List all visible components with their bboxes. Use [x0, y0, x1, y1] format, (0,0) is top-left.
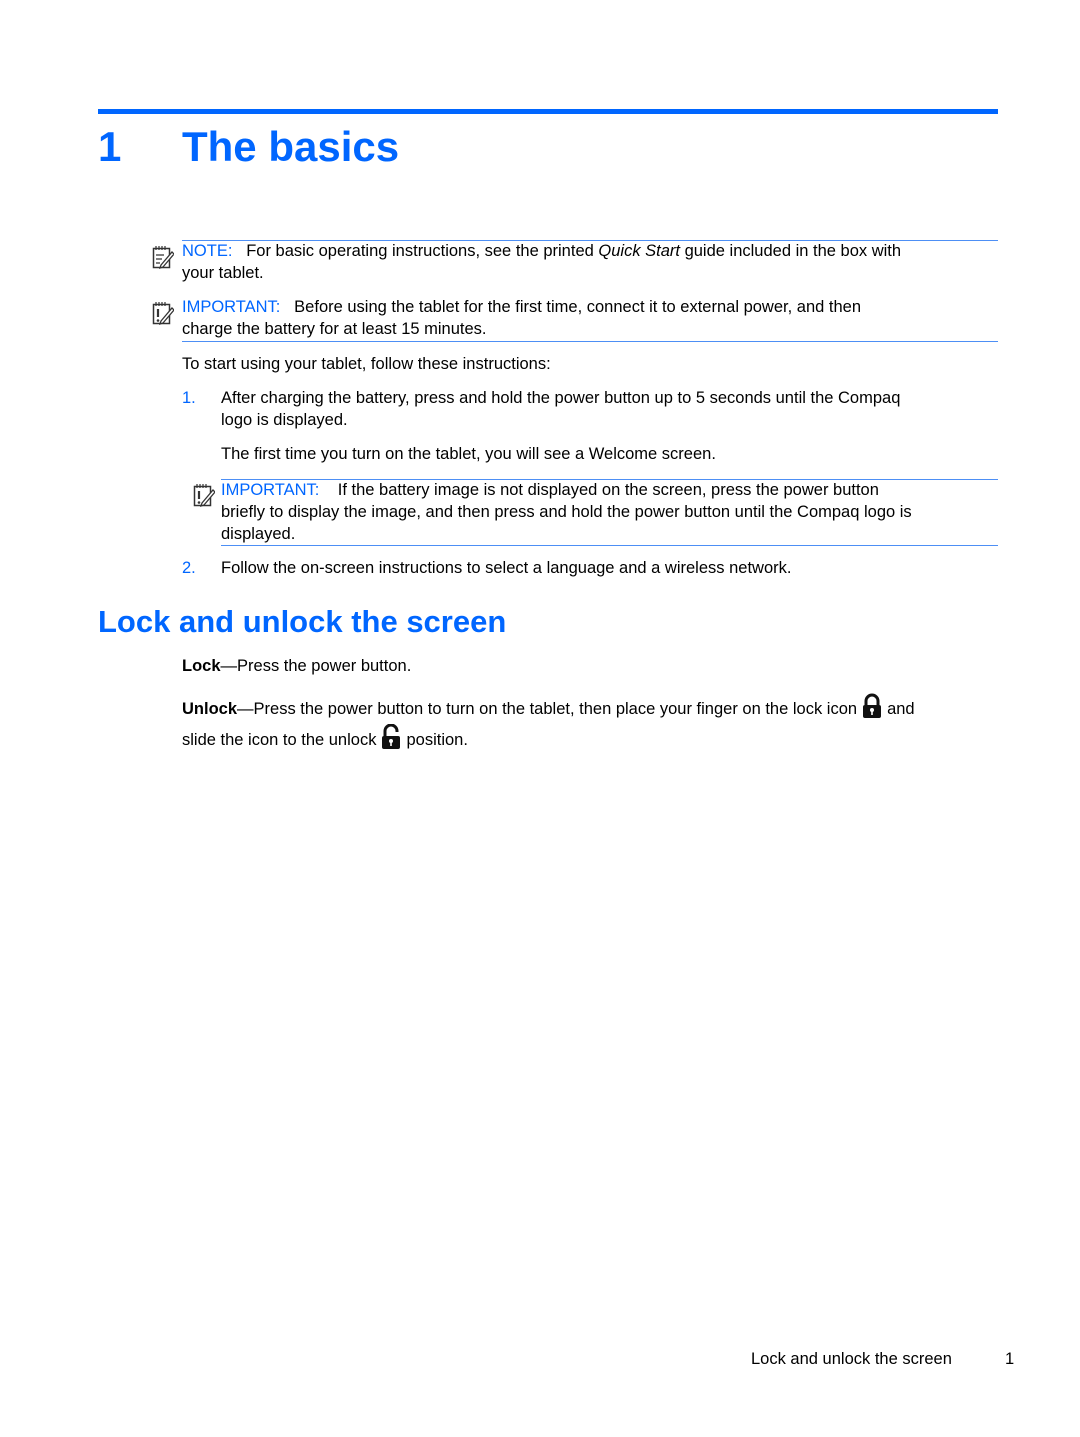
step-1-text: After charging the battery, press and ho…: [221, 387, 1001, 431]
chapter-title: The basics: [182, 123, 400, 170]
step-1-important-block: IMPORTANT: If the battery image is not d…: [221, 479, 1001, 545]
step-2-number: 2.: [182, 559, 196, 577]
important-pencil-icon: [152, 302, 174, 326]
intro-text: To start using your tablet, follow these…: [182, 355, 551, 373]
footer-page-number: 1: [1005, 1350, 1015, 1368]
padlock-open-icon: [382, 724, 401, 749]
step-1-line2: logo is displayed.: [221, 411, 348, 429]
footer-section-name: Lock and unlock the screen: [751, 1350, 952, 1368]
important-block-1: IMPORTANT: Before using the tablet for t…: [182, 296, 1002, 340]
unlock-text-line2-start: slide the icon to the unlock: [182, 731, 377, 749]
step-1-line1: After charging the battery, press and ho…: [221, 389, 901, 407]
note-text-after: guide included in the box with: [680, 242, 902, 260]
note-label: NOTE:: [182, 242, 233, 260]
step-1-important-bottom-rule: [221, 545, 998, 546]
note-text-before: For basic operating instructions, see th…: [246, 242, 599, 260]
important-text-line2: charge the battery for at least 15 minut…: [182, 320, 487, 338]
note-quick-start: Quick Start: [598, 242, 680, 260]
unlock-paragraph: Unlock—Press the power button to turn on…: [182, 693, 1012, 755]
unlock-text-line1: —Press the power button to turn on the t…: [237, 700, 858, 718]
step-1-important-line1: If the battery image is not displayed on…: [337, 481, 879, 499]
important-pencil-icon: [193, 484, 215, 508]
chapter-rule: [98, 109, 998, 114]
step-2-text: Follow the on-screen instructions to sel…: [221, 559, 792, 577]
important-text-line1: Before using the tablet for the first ti…: [294, 298, 861, 316]
unlock-text-line2-end: position.: [406, 731, 468, 749]
step-1-followup: The first time you turn on the tablet, y…: [221, 445, 716, 463]
note-text-line2: your tablet.: [182, 264, 264, 282]
section-title: Lock and unlock the screen: [98, 604, 507, 639]
lock-term: Lock: [182, 657, 221, 675]
note-pencil-icon: [152, 246, 174, 270]
step-1-important-line2: briefly to display the image, and then p…: [221, 503, 912, 521]
padlock-closed-icon: [863, 693, 882, 718]
step-1-number: 1.: [182, 389, 196, 407]
lock-text: —Press the power button.: [220, 657, 412, 675]
important-bottom-rule: [182, 341, 998, 342]
step-1-important-line3: displayed.: [221, 525, 296, 543]
lock-paragraph: Lock—Press the power button.: [182, 655, 411, 677]
note-block: NOTE: For basic operating instructions, …: [182, 240, 1002, 284]
unlock-text-line1-end: and: [887, 700, 915, 718]
important-label: IMPORTANT:: [182, 298, 281, 316]
step-1-important-label: IMPORTANT:: [221, 481, 320, 499]
unlock-term: Unlock: [182, 700, 238, 718]
chapter-number: 1: [98, 123, 122, 170]
